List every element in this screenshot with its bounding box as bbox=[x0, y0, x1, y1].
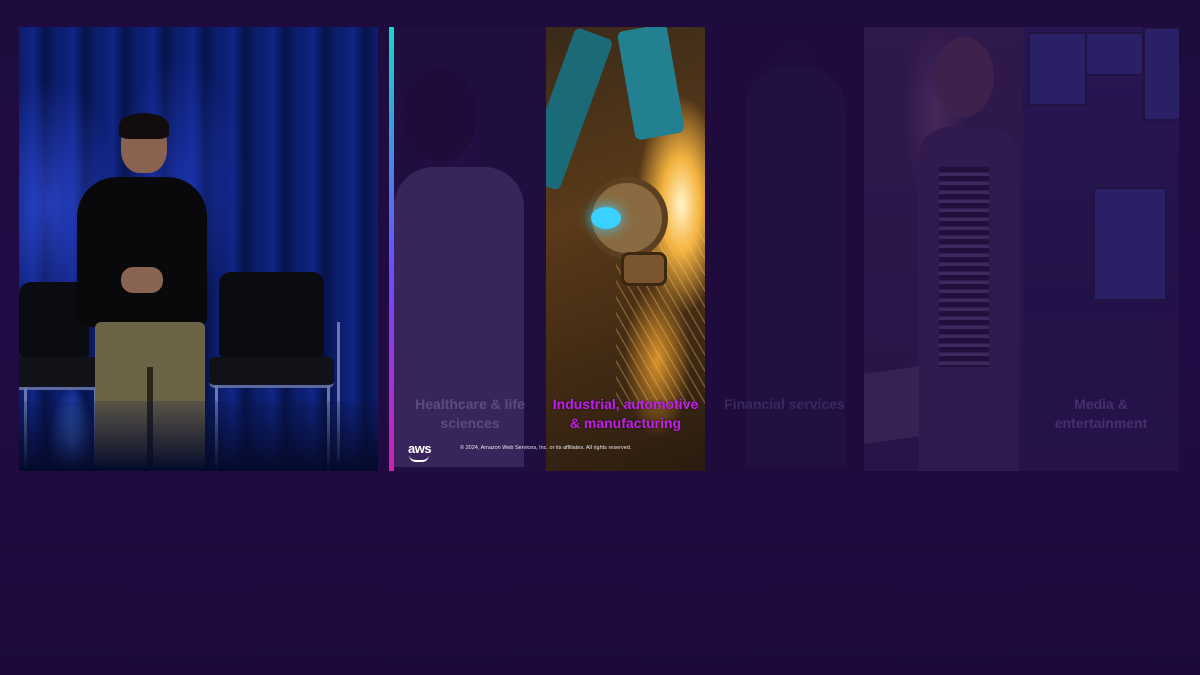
speaker-video-feed bbox=[19, 27, 378, 471]
panel-caption: Healthcare & life sciences bbox=[415, 396, 525, 431]
aws-logo: aws bbox=[408, 441, 432, 456]
industry-panel-healthcare: Healthcare & life sciences bbox=[394, 27, 546, 471]
industry-panel-people bbox=[864, 27, 1023, 471]
panel-caption-highlighted: Industrial, automotive & manufacturing bbox=[552, 396, 699, 431]
stage-floor bbox=[19, 401, 378, 471]
accent-bar bbox=[389, 27, 394, 471]
industry-panel-industrial: Industrial, automotive & manufacturing bbox=[546, 27, 705, 471]
panel-caption: Media & entertainment bbox=[1054, 396, 1148, 431]
industry-panel-financial: Financial services bbox=[705, 27, 864, 471]
industry-panel-media: Media & entertainment bbox=[1023, 27, 1179, 471]
copyright-text: © 2024, Amazon Web Services, Inc. or its… bbox=[460, 445, 632, 451]
presentation-slide: Healthcare & life sciences Industrial, a… bbox=[389, 27, 1179, 471]
panel-caption: Financial services bbox=[724, 396, 845, 412]
